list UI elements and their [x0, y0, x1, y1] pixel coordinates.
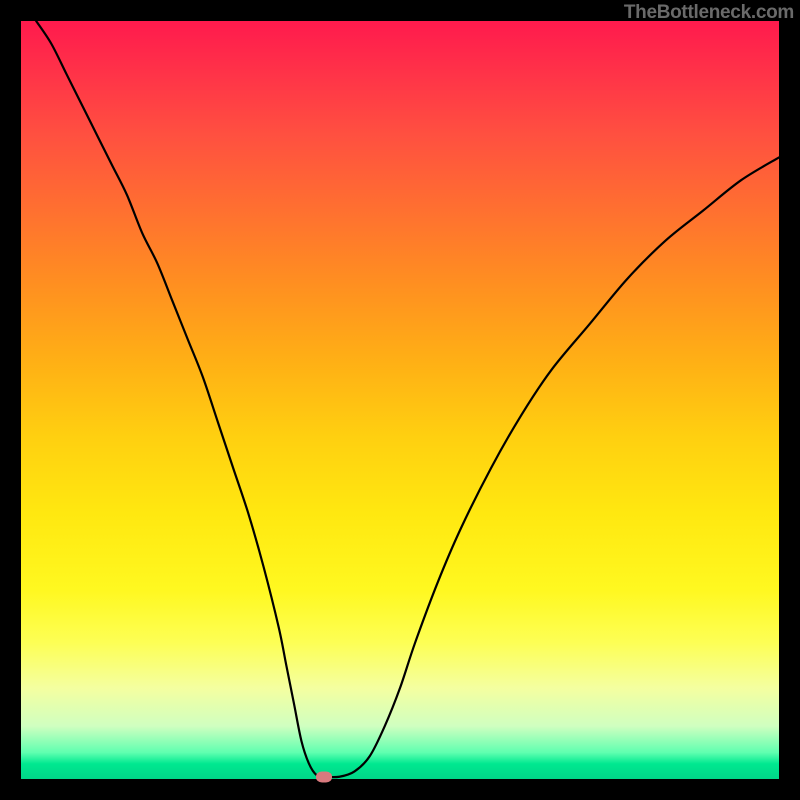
curve-layer	[21, 21, 779, 779]
chart-frame: TheBottleneck.com	[0, 0, 800, 800]
plot-area	[21, 21, 779, 779]
watermark-text: TheBottleneck.com	[624, 2, 794, 24]
optimal-marker	[316, 771, 332, 782]
bottleneck-curve	[36, 21, 779, 777]
